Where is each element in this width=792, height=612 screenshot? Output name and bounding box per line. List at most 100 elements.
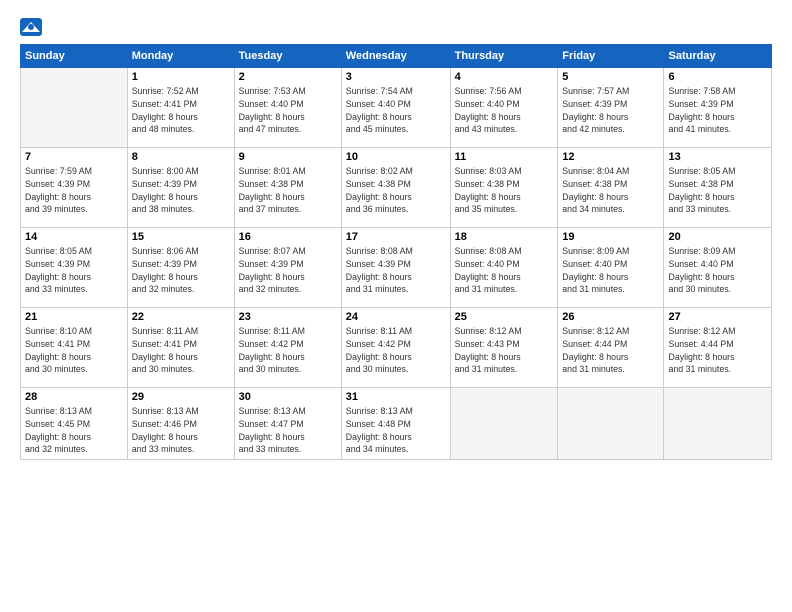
day-info: Sunrise: 7:54 AMSunset: 4:40 PMDaylight:… xyxy=(346,85,446,136)
calendar-cell: 23Sunrise: 8:11 AMSunset: 4:42 PMDayligh… xyxy=(234,308,341,388)
day-info: Sunrise: 8:12 AMSunset: 4:44 PMDaylight:… xyxy=(562,325,659,376)
day-header-saturday: Saturday xyxy=(664,45,772,68)
day-info: Sunrise: 7:57 AMSunset: 4:39 PMDaylight:… xyxy=(562,85,659,136)
day-info: Sunrise: 8:08 AMSunset: 4:40 PMDaylight:… xyxy=(455,245,554,296)
calendar-cell: 27 Sunrise: 8:12 AMSunset: 4:44 PMDayligh… xyxy=(664,308,772,388)
calendar-cell: 6Sunrise: 7:58 AMSunset: 4:39 PMDaylight… xyxy=(664,68,772,148)
day-info: Sunrise: 8:07 AMSunset: 4:39 PMDaylight:… xyxy=(239,245,337,296)
day-number: 2 xyxy=(239,71,337,83)
calendar-cell: 8 Sunrise: 8:00 AMSunset: 4:39 PMDaylight… xyxy=(127,148,234,228)
day-header-wednesday: Wednesday xyxy=(341,45,450,68)
calendar-cell: 25 Sunrise: 8:12 AMSunset: 4:43 PMDayligh… xyxy=(450,308,558,388)
day-header-sunday: Sunday xyxy=(21,45,128,68)
day-number: 4 xyxy=(455,71,554,83)
days-header-row: SundayMondayTuesdayWednesdayThursdayFrid… xyxy=(21,45,772,68)
day-number: 25 xyxy=(455,311,554,323)
logo xyxy=(20,18,44,36)
week-row-3: 14 Sunrise: 8:05 AMSunset: 4:39 PMDayligh… xyxy=(21,228,772,308)
day-number: 14 xyxy=(25,231,123,243)
week-row-2: 7Sunrise: 7:59 AMSunset: 4:39 PMDaylight… xyxy=(21,148,772,228)
day-number: 29 xyxy=(132,391,230,403)
day-number: 20 xyxy=(668,231,767,243)
day-number: 9 xyxy=(239,151,337,163)
day-number: 3 xyxy=(346,71,446,83)
day-info: Sunrise: 8:06 AMSunset: 4:39 PMDaylight:… xyxy=(132,245,230,296)
day-header-tuesday: Tuesday xyxy=(234,45,341,68)
day-info: Sunrise: 8:09 AMSunset: 4:40 PMDaylight:… xyxy=(562,245,659,296)
calendar-cell xyxy=(21,68,128,148)
day-number: 24 xyxy=(346,311,446,323)
week-row-1: 1 Sunrise: 7:52 AMSunset: 4:41 PMDaylight… xyxy=(21,68,772,148)
week-row-4: 21Sunrise: 8:10 AMSunset: 4:41 PMDayligh… xyxy=(21,308,772,388)
calendar-cell: 16 Sunrise: 8:07 AMSunset: 4:39 PMDayligh… xyxy=(234,228,341,308)
day-number: 22 xyxy=(132,311,230,323)
calendar-cell: 19 Sunrise: 8:09 AMSunset: 4:40 PMDayligh… xyxy=(558,228,664,308)
calendar-cell: 21Sunrise: 8:10 AMSunset: 4:41 PMDayligh… xyxy=(21,308,128,388)
day-info: Sunrise: 8:05 AMSunset: 4:39 PMDaylight:… xyxy=(25,245,123,296)
calendar-cell: 26 Sunrise: 8:12 AMSunset: 4:44 PMDayligh… xyxy=(558,308,664,388)
day-info: Sunrise: 8:02 AMSunset: 4:38 PMDaylight:… xyxy=(346,165,446,216)
day-number: 26 xyxy=(562,311,659,323)
calendar-cell xyxy=(664,388,772,460)
day-info: Sunrise: 8:11 AMSunset: 4:41 PMDaylight:… xyxy=(132,325,230,376)
calendar-cell xyxy=(558,388,664,460)
calendar-cell: 13 Sunrise: 8:05 AMSunset: 4:38 PMDayligh… xyxy=(664,148,772,228)
calendar-cell: 30 Sunrise: 8:13 AMSunset: 4:47 PMDayligh… xyxy=(234,388,341,460)
day-info: Sunrise: 7:59 AMSunset: 4:39 PMDaylight:… xyxy=(25,165,123,216)
day-info: Sunrise: 8:10 AMSunset: 4:41 PMDaylight:… xyxy=(25,325,123,376)
calendar-cell: 4 Sunrise: 7:56 AMSunset: 4:40 PMDaylight… xyxy=(450,68,558,148)
calendar-cell: 24 Sunrise: 8:11 AMSunset: 4:42 PMDayligh… xyxy=(341,308,450,388)
day-number: 5 xyxy=(562,71,659,83)
day-info: Sunrise: 8:12 AMSunset: 4:44 PMDaylight:… xyxy=(668,325,767,376)
day-info: Sunrise: 8:01 AMSunset: 4:38 PMDaylight:… xyxy=(239,165,337,216)
day-number: 30 xyxy=(239,391,337,403)
day-number: 15 xyxy=(132,231,230,243)
day-info: Sunrise: 7:56 AMSunset: 4:40 PMDaylight:… xyxy=(455,85,554,136)
calendar-cell: 10 Sunrise: 8:02 AMSunset: 4:38 PMDayligh… xyxy=(341,148,450,228)
calendar-cell xyxy=(450,388,558,460)
day-number: 10 xyxy=(346,151,446,163)
day-info: Sunrise: 8:09 AMSunset: 4:40 PMDaylight:… xyxy=(668,245,767,296)
day-number: 8 xyxy=(132,151,230,163)
day-number: 31 xyxy=(346,391,446,403)
day-info: Sunrise: 8:11 AMSunset: 4:42 PMDaylight:… xyxy=(346,325,446,376)
calendar-cell: 2 Sunrise: 7:53 AMSunset: 4:40 PMDaylight… xyxy=(234,68,341,148)
calendar-cell: 29 Sunrise: 8:13 AMSunset: 4:46 PMDayligh… xyxy=(127,388,234,460)
calendar-cell: 3 Sunrise: 7:54 AMSunset: 4:40 PMDaylight… xyxy=(341,68,450,148)
day-number: 12 xyxy=(562,151,659,163)
day-info: Sunrise: 8:05 AMSunset: 4:38 PMDaylight:… xyxy=(668,165,767,216)
calendar-cell: 9 Sunrise: 8:01 AMSunset: 4:38 PMDaylight… xyxy=(234,148,341,228)
day-number: 19 xyxy=(562,231,659,243)
day-info: Sunrise: 8:13 AMSunset: 4:46 PMDaylight:… xyxy=(132,405,230,456)
day-number: 13 xyxy=(668,151,767,163)
day-info: Sunrise: 8:13 AMSunset: 4:47 PMDaylight:… xyxy=(239,405,337,456)
calendar-cell: 31Sunrise: 8:13 AMSunset: 4:48 PMDayligh… xyxy=(341,388,450,460)
day-info: Sunrise: 8:00 AMSunset: 4:39 PMDaylight:… xyxy=(132,165,230,216)
day-number: 1 xyxy=(132,71,230,83)
day-header-monday: Monday xyxy=(127,45,234,68)
calendar-cell: 5 Sunrise: 7:57 AMSunset: 4:39 PMDaylight… xyxy=(558,68,664,148)
day-info: Sunrise: 7:53 AMSunset: 4:40 PMDaylight:… xyxy=(239,85,337,136)
day-number: 23 xyxy=(239,311,337,323)
calendar-cell: 15 Sunrise: 8:06 AMSunset: 4:39 PMDayligh… xyxy=(127,228,234,308)
day-info: Sunrise: 7:58 AMSunset: 4:39 PMDaylight:… xyxy=(668,85,767,136)
calendar-cell: 18Sunrise: 8:08 AMSunset: 4:40 PMDayligh… xyxy=(450,228,558,308)
calendar-cell: 28Sunrise: 8:13 AMSunset: 4:45 PMDayligh… xyxy=(21,388,128,460)
day-info: Sunrise: 8:08 AMSunset: 4:39 PMDaylight:… xyxy=(346,245,446,296)
day-number: 16 xyxy=(239,231,337,243)
day-header-thursday: Thursday xyxy=(450,45,558,68)
calendar-table: SundayMondayTuesdayWednesdayThursdayFrid… xyxy=(20,44,772,460)
day-info: Sunrise: 8:12 AMSunset: 4:43 PMDaylight:… xyxy=(455,325,554,376)
calendar-cell: 17 Sunrise: 8:08 AMSunset: 4:39 PMDayligh… xyxy=(341,228,450,308)
header xyxy=(20,18,772,36)
calendar-cell: 1 Sunrise: 7:52 AMSunset: 4:41 PMDaylight… xyxy=(127,68,234,148)
calendar-cell: 22 Sunrise: 8:11 AMSunset: 4:41 PMDayligh… xyxy=(127,308,234,388)
day-number: 17 xyxy=(346,231,446,243)
day-info: Sunrise: 7:52 AMSunset: 4:41 PMDaylight:… xyxy=(132,85,230,136)
logo-icon xyxy=(20,18,42,36)
day-number: 11 xyxy=(455,151,554,163)
day-number: 27 xyxy=(668,311,767,323)
calendar-cell: 7Sunrise: 7:59 AMSunset: 4:39 PMDaylight… xyxy=(21,148,128,228)
calendar-cell: 20 Sunrise: 8:09 AMSunset: 4:40 PMDayligh… xyxy=(664,228,772,308)
week-row-5: 28Sunrise: 8:13 AMSunset: 4:45 PMDayligh… xyxy=(21,388,772,460)
